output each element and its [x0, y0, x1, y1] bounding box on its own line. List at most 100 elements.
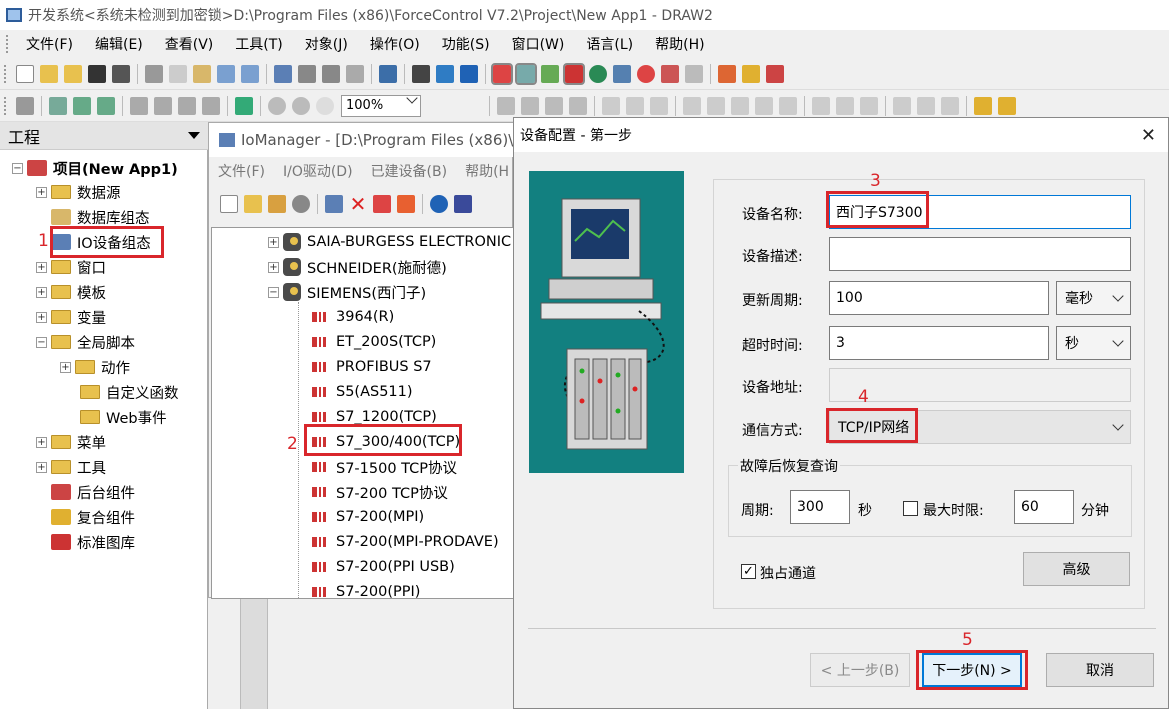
shape-icon[interactable]: [130, 96, 148, 115]
find-icon[interactable]: [412, 64, 430, 83]
globe-icon[interactable]: [589, 64, 607, 83]
run-icon[interactable]: [379, 64, 397, 83]
zoom-out-icon[interactable]: [292, 96, 310, 115]
io-config-icon[interactable]: [515, 62, 537, 85]
new-file-icon[interactable]: [16, 64, 34, 83]
align-bottom-icon[interactable]: [569, 96, 587, 115]
rotate-icon[interactable]: [860, 96, 878, 115]
cut-icon[interactable]: [145, 64, 163, 83]
color-icon[interactable]: [637, 64, 655, 83]
tree-item-tools[interactable]: + 工具: [36, 455, 106, 479]
driver-item[interactable]: ET_200S(TCP): [312, 330, 436, 354]
collapse-icon[interactable]: −: [36, 336, 47, 348]
group-icon[interactable]: [893, 96, 911, 115]
tree-item-composite-component[interactable]: 复合组件: [51, 505, 135, 529]
expand-icon[interactable]: +: [36, 286, 47, 298]
tree-item-global-script[interactable]: − 全局脚本: [36, 330, 135, 354]
copy-icon[interactable]: [169, 64, 187, 83]
edit-box-icon[interactable]: [178, 96, 196, 115]
vendor-saia[interactable]: + SAIA-BURGESS ELECTRONIC: [268, 230, 511, 254]
dropdown-arrow-icon[interactable]: [188, 132, 200, 139]
collapse-icon[interactable]: −: [268, 286, 279, 298]
bar-chart-icon[interactable]: [742, 64, 760, 83]
menu-edit[interactable]: 编辑(E): [84, 34, 154, 54]
ungroup-icon[interactable]: [917, 96, 935, 115]
tree-root[interactable]: − 项目(New App1): [12, 156, 178, 180]
center-h-icon[interactable]: [602, 96, 620, 115]
driver-item[interactable]: S7-1500 TCP协议: [312, 455, 457, 479]
same-height-icon[interactable]: [779, 96, 797, 115]
tools-icon[interactable]: [563, 62, 585, 85]
search-icon[interactable]: [292, 195, 310, 213]
delete-all-icon[interactable]: [397, 195, 415, 213]
expand-icon[interactable]: +: [36, 261, 47, 273]
image-icon[interactable]: [73, 96, 91, 115]
expand-icon[interactable]: +: [268, 261, 279, 273]
center-icon[interactable]: [650, 96, 668, 115]
front-icon[interactable]: [974, 96, 992, 115]
tree-item-window[interactable]: + 窗口: [36, 255, 106, 279]
driver-item[interactable]: S7-200(MPI): [312, 505, 424, 529]
space-h-icon[interactable]: [683, 96, 701, 115]
close-icon[interactable]: ✕: [1141, 125, 1156, 146]
text-icon[interactable]: [202, 96, 220, 115]
tree-item-background-component[interactable]: 后台组件: [51, 480, 135, 504]
new-icon[interactable]: [220, 195, 238, 213]
expand-icon[interactable]: +: [268, 236, 279, 248]
cycle-input[interactable]: 300: [790, 490, 850, 524]
menu-operate[interactable]: 操作(O): [359, 34, 431, 54]
expand-icon[interactable]: +: [36, 461, 47, 473]
timeout-input[interactable]: 3: [829, 326, 1049, 360]
period-unit-select[interactable]: 毫秒: [1056, 281, 1131, 315]
device-desc-input[interactable]: [829, 237, 1131, 271]
lock-icon[interactable]: [941, 96, 959, 115]
zoom-select[interactable]: 100%: [341, 91, 421, 117]
variable-icon[interactable]: [541, 64, 559, 83]
same-width-icon[interactable]: [755, 96, 773, 115]
expand-icon[interactable]: +: [36, 436, 47, 448]
same-size-icon[interactable]: [731, 96, 749, 115]
vendor-siemens[interactable]: − SIEMENS(西门子): [268, 280, 426, 304]
tree-item-menu[interactable]: + 菜单: [36, 430, 106, 454]
book-icon[interactable]: [454, 195, 472, 213]
button-shape-icon[interactable]: [154, 96, 172, 115]
database-config-icon[interactable]: [491, 62, 513, 85]
save-icon[interactable]: [88, 64, 106, 83]
menu-tools[interactable]: 工具(T): [224, 34, 293, 54]
align-right-icon[interactable]: [521, 96, 539, 115]
undo-icon[interactable]: [217, 64, 235, 83]
save-all-icon[interactable]: [112, 64, 130, 83]
tree-item-standard-library[interactable]: 标准图库: [51, 530, 135, 554]
insert-icon[interactable]: [16, 96, 34, 115]
export-icon[interactable]: [235, 96, 253, 115]
menu-window[interactable]: 窗口(W): [501, 34, 576, 54]
component-icon[interactable]: [766, 64, 784, 83]
copy-device-icon[interactable]: [373, 195, 391, 213]
flip-h-icon[interactable]: [812, 96, 830, 115]
screen-icon[interactable]: [460, 64, 478, 83]
vendor-schneider[interactable]: + SCHNEIDER(施耐德): [268, 255, 447, 279]
network-icon[interactable]: [613, 64, 631, 83]
menu-object[interactable]: 对象(J): [294, 34, 359, 54]
tree-item-custom-function[interactable]: 自定义函数: [80, 380, 179, 404]
exclusive-channel-checkbox[interactable]: ✓: [741, 564, 756, 579]
align-left-icon[interactable]: [497, 96, 515, 115]
tree-item-variable[interactable]: + 变量: [36, 305, 106, 329]
io-menu-driver[interactable]: I/O驱动(D): [274, 161, 362, 181]
driver-item[interactable]: S5(AS511): [312, 380, 413, 404]
menu-help[interactable]: 帮助(H): [644, 34, 715, 54]
expand-icon[interactable]: +: [36, 311, 47, 323]
menu-language[interactable]: 语言(L): [575, 34, 644, 54]
script-icon[interactable]: [718, 64, 736, 83]
layer-icon[interactable]: [661, 64, 679, 83]
flip-v-icon[interactable]: [836, 96, 854, 115]
driver-item[interactable]: S7-200(PPI): [312, 580, 420, 598]
collapse-icon[interactable]: −: [12, 162, 23, 174]
driver-item[interactable]: PROFIBUS S7: [312, 355, 432, 379]
tree-item-datasource[interactable]: + 数据源: [36, 180, 121, 204]
back-icon[interactable]: [998, 96, 1016, 115]
align-top-icon[interactable]: [545, 96, 563, 115]
advanced-button[interactable]: 高级: [1023, 552, 1130, 586]
bitmap-icon[interactable]: [97, 96, 115, 115]
edit-icon[interactable]: [325, 195, 343, 213]
